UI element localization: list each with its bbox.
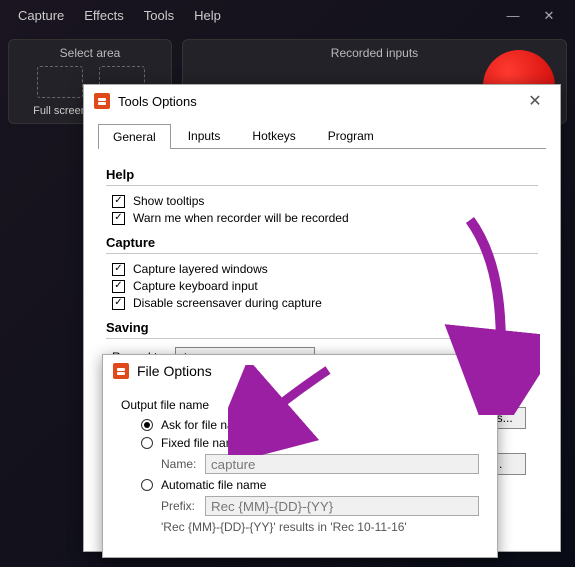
tools-options-titlebar[interactable]: Tools Options ✕ — [84, 85, 560, 117]
section-capture-heading: Capture — [106, 235, 538, 250]
dialog-file-options: File Options ✕ Output file name Ask for … — [102, 354, 498, 558]
fullscreen-icon[interactable] — [37, 66, 83, 98]
menu-tools[interactable]: Tools — [134, 4, 184, 27]
label-name: Name: — [161, 457, 205, 471]
section-saving-heading: Saving — [106, 320, 538, 335]
label-layered: Capture layered windows — [133, 262, 268, 276]
label-output-file-name: Output file name — [121, 398, 479, 412]
menu-effects[interactable]: Effects — [74, 4, 134, 27]
checkbox-layered[interactable] — [112, 263, 125, 276]
section-help-heading: Help — [106, 167, 538, 182]
label-warn-recorded: Warn me when recorder will be recorded — [133, 211, 349, 225]
tab-inputs[interactable]: Inputs — [173, 123, 236, 148]
menu-help[interactable]: Help — [184, 4, 231, 27]
checkbox-show-tooltips[interactable] — [112, 195, 125, 208]
input-fixed-name[interactable] — [205, 454, 479, 474]
app-icon — [113, 363, 129, 379]
file-options-close-icon[interactable]: ✕ — [457, 361, 487, 381]
tools-options-close-icon[interactable]: ✕ — [520, 91, 550, 111]
window-minimize[interactable]: — — [495, 8, 531, 23]
tools-options-tabs: General Inputs Hotkeys Program — [98, 123, 546, 149]
label-ask-file-name: Ask for file name — [161, 418, 250, 432]
radio-ask-file-name[interactable] — [141, 419, 153, 431]
tab-program[interactable]: Program — [313, 123, 389, 148]
label-automatic-file-name: Automatic file name — [161, 478, 266, 492]
prefix-hint: 'Rec {MM}-{DD}-{YY}' results in 'Rec 10-… — [161, 520, 479, 534]
tab-general[interactable]: General — [98, 124, 171, 149]
menu-capture[interactable]: Capture — [8, 4, 74, 27]
label-show-tooltips: Show tooltips — [133, 194, 204, 208]
label-keyboard: Capture keyboard input — [133, 279, 258, 293]
checkbox-keyboard[interactable] — [112, 280, 125, 293]
tools-options-content: Help Show tooltips Warn me when recorder… — [84, 149, 560, 384]
input-prefix[interactable] — [205, 496, 479, 516]
file-options-title: File Options — [137, 363, 457, 379]
app-menubar: Capture Effects Tools Help — ✕ — [0, 0, 575, 31]
file-options-titlebar[interactable]: File Options ✕ — [103, 355, 497, 387]
window-close[interactable]: ✕ — [531, 8, 567, 24]
label-screensaver: Disable screensaver during capture — [133, 296, 322, 310]
label-prefix: Prefix: — [161, 499, 205, 513]
tools-options-title: Tools Options — [118, 94, 520, 109]
radio-automatic-file-name[interactable] — [141, 479, 153, 491]
app-icon — [94, 93, 110, 109]
file-options-body: Output file name Ask for file name Fixed… — [103, 387, 497, 542]
checkbox-screensaver[interactable] — [112, 297, 125, 310]
label-fixed-file-name: Fixed file name — [161, 436, 242, 450]
fullscreen-label: Full screen — [33, 105, 87, 117]
radio-fixed-file-name[interactable] — [141, 437, 153, 449]
panel-select-area-header: Select area — [19, 46, 161, 60]
tab-hotkeys[interactable]: Hotkeys — [237, 123, 310, 148]
checkbox-warn-recorded[interactable] — [112, 212, 125, 225]
